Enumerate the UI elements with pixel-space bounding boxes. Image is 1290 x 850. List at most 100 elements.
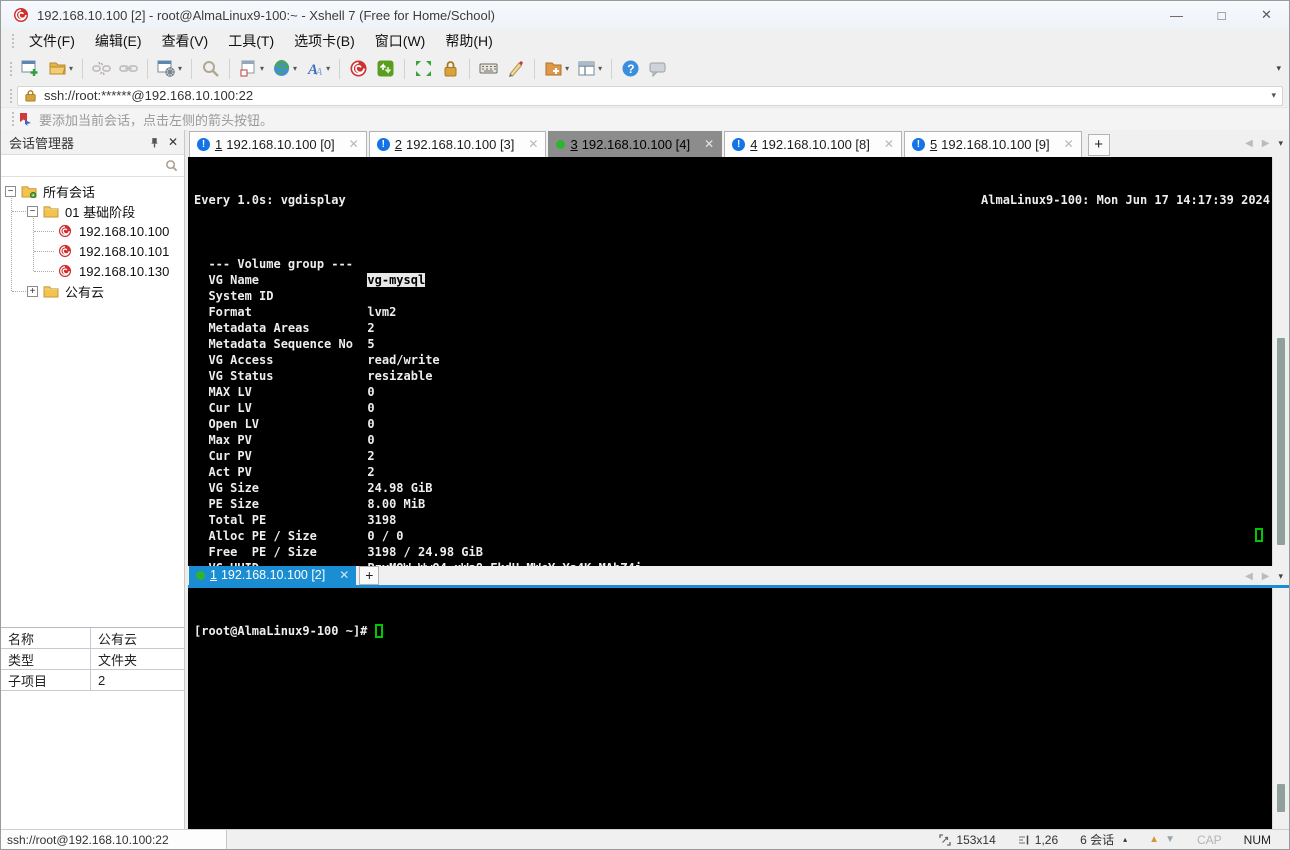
tree-item[interactable]: + 公有云	[1, 281, 184, 301]
dropdown-caret-icon[interactable]: ▾	[69, 64, 73, 73]
messenger-button[interactable]	[645, 57, 670, 81]
web-button[interactable]: ▾	[269, 57, 300, 81]
tab-list-caret-icon[interactable]: ▾	[1278, 571, 1283, 582]
tree-item-label: 192.168.10.100	[79, 223, 170, 239]
minimize-button[interactable]: —	[1154, 1, 1199, 29]
session-properties-button[interactable]: ▾	[154, 57, 185, 81]
close-tab-icon[interactable]: ✕	[884, 137, 894, 151]
close-tab-icon[interactable]: ✕	[528, 137, 538, 151]
maximize-button[interactable]: □	[1199, 1, 1244, 29]
dropdown-caret-icon[interactable]: ▾	[293, 64, 297, 73]
compose-bar-icon	[240, 60, 255, 77]
session-manager-header[interactable]: 会话管理器 ✕	[1, 130, 184, 155]
top-terminal-scrollbar[interactable]	[1272, 156, 1289, 566]
toolbar-separator	[611, 58, 613, 79]
menu-item[interactable]: 窗口(W)	[365, 28, 436, 54]
help-button[interactable]: ?	[618, 57, 643, 81]
compose-bar-button[interactable]: ▾	[236, 57, 267, 81]
dropdown-caret-icon[interactable]: ▾	[326, 64, 330, 73]
highlight-pen-icon	[509, 61, 524, 77]
toolbar-overflow-caret[interactable]: ▾	[1276, 63, 1281, 74]
lock-screen-button[interactable]	[438, 57, 463, 81]
new-tab-button[interactable]: +	[359, 565, 380, 585]
terminal-tab[interactable]: ! 5 192.168.10.100 [9] ✕	[903, 130, 1082, 157]
terminal-tab[interactable]: ! 4 192.168.10.100 [8] ✕	[724, 130, 902, 157]
close-tab-icon[interactable]: ✕	[1064, 137, 1074, 151]
tree-item[interactable]: 192.168.10.100	[1, 221, 184, 241]
menu-item[interactable]: 工具(T)	[218, 28, 284, 54]
pane-up-icon[interactable]: ▲	[1149, 834, 1159, 845]
xftp-button[interactable]	[373, 57, 398, 81]
new-tab-button[interactable]: +	[1087, 133, 1110, 156]
address-field[interactable]: ssh://root:******@192.168.10.100:22 ▾	[17, 85, 1283, 106]
close-tab-icon[interactable]: ✕	[349, 137, 359, 151]
close-button[interactable]: ✕	[1244, 1, 1289, 29]
watch-command: Every 1.0s: vgdisplay	[194, 192, 346, 207]
tree-item[interactable]: 192.168.10.130	[1, 261, 184, 281]
panel-close-icon[interactable]: ✕	[168, 135, 178, 149]
tree-item[interactable]: − 01 基础阶段	[1, 201, 184, 221]
dropdown-caret-icon[interactable]: ▾	[598, 64, 602, 73]
session-count[interactable]: 6 会话 ▴	[1080, 831, 1127, 848]
close-tab-icon[interactable]: ✕	[339, 568, 349, 582]
session-manager-panel: 会话管理器 ✕ − 所有会话 −01 基础阶段 192.168.10.100 192.1…	[1, 130, 185, 829]
menu-item[interactable]: 查看(V)	[152, 28, 219, 54]
tile-windows-button[interactable]: ▾	[574, 57, 605, 81]
address-url[interactable]: ssh://root:******@192.168.10.100:22	[44, 88, 253, 103]
menu-item[interactable]: 选项卡(B)	[284, 28, 365, 54]
top-terminal[interactable]: Every 1.0s: vgdisplay AlmaLinux9-100: Mo…	[188, 157, 1272, 566]
collapse-icon[interactable]: −	[27, 205, 38, 217]
dropdown-caret-icon[interactable]: ▾	[565, 64, 569, 73]
scroll-tabs-left-icon[interactable]: ◀	[1245, 138, 1253, 149]
notice-grip[interactable]	[11, 111, 15, 127]
dropdown-caret-icon[interactable]: ▾	[178, 64, 182, 73]
search-icon[interactable]	[165, 159, 178, 172]
terminal-tab[interactable]: ! 2 192.168.10.100 [3] ✕	[368, 130, 547, 157]
scrollbar-thumb[interactable]	[1277, 783, 1285, 812]
expand-icon[interactable]: +	[27, 285, 38, 297]
address-dropdown-icon[interactable]: ▾	[1271, 90, 1276, 101]
virtual-keyboard-button[interactable]	[476, 57, 501, 81]
menu-grip[interactable]	[11, 33, 15, 49]
tree-item[interactable]: − 所有会话	[1, 181, 184, 201]
pin-icon[interactable]	[149, 137, 160, 148]
terminal-tab[interactable]: 3 192.168.10.100 [4] ✕	[548, 130, 723, 157]
caps-lock-indicator: CAP	[1196, 832, 1222, 847]
address-grip[interactable]	[9, 87, 13, 104]
reconnect-button[interactable]	[116, 57, 141, 81]
session-count-caret-icon[interactable]: ▴	[1123, 835, 1127, 844]
pane-down-icon[interactable]: ▼	[1165, 834, 1175, 845]
terminal-tab[interactable]: 1 192.168.10.100 [2] ✕	[189, 565, 357, 585]
highlight-pen-button[interactable]	[503, 57, 528, 81]
terminal-size-value: 153x14	[956, 832, 996, 847]
scroll-tabs-right-icon[interactable]: ▶	[1262, 138, 1270, 149]
xshell-button[interactable]	[346, 57, 371, 81]
menu-item[interactable]: 帮助(H)	[435, 28, 502, 54]
new-session-button[interactable]: ▾	[541, 57, 572, 81]
scrollbar-thumb[interactable]	[1277, 337, 1285, 545]
toolbar-grip[interactable]	[9, 60, 13, 77]
menu-item[interactable]: 编辑(E)	[85, 28, 152, 54]
tab-list-caret-icon[interactable]: ▾	[1278, 138, 1283, 149]
menu-item[interactable]: 文件(F)	[19, 28, 85, 54]
help-icon: ?	[622, 60, 639, 77]
find-button[interactable]	[198, 57, 223, 81]
session-search-input[interactable]	[1, 155, 165, 176]
terminal-tab[interactable]: ! 1 192.168.10.100 [0] ✕	[189, 130, 367, 157]
close-tab-icon[interactable]: ✕	[704, 137, 714, 151]
font-button[interactable]: AA ▾	[302, 57, 333, 81]
session-search[interactable]	[1, 155, 184, 177]
dropdown-caret-icon[interactable]: ▾	[260, 64, 264, 73]
scroll-tabs-right-icon[interactable]: ▶	[1262, 571, 1270, 582]
new-terminal-button[interactable]	[18, 57, 43, 81]
bottom-terminal[interactable]: [root@AlmaLinux9-100 ~]#	[188, 588, 1272, 829]
collapse-icon[interactable]: −	[5, 185, 16, 197]
disconnect-button[interactable]	[89, 57, 114, 81]
notice-text: 要添加当前会话，点击左侧的箭头按钮。	[39, 112, 274, 128]
open-session-button[interactable]: ▾	[45, 57, 76, 81]
title-bar[interactable]: 192.168.10.100 [2] - root@AlmaLinux9-100…	[1, 1, 1289, 29]
scroll-tabs-left-icon[interactable]: ◀	[1245, 571, 1253, 582]
tree-item[interactable]: 192.168.10.101	[1, 241, 184, 261]
full-screen-button[interactable]	[411, 57, 436, 81]
bottom-terminal-scrollbar[interactable]	[1272, 587, 1289, 829]
